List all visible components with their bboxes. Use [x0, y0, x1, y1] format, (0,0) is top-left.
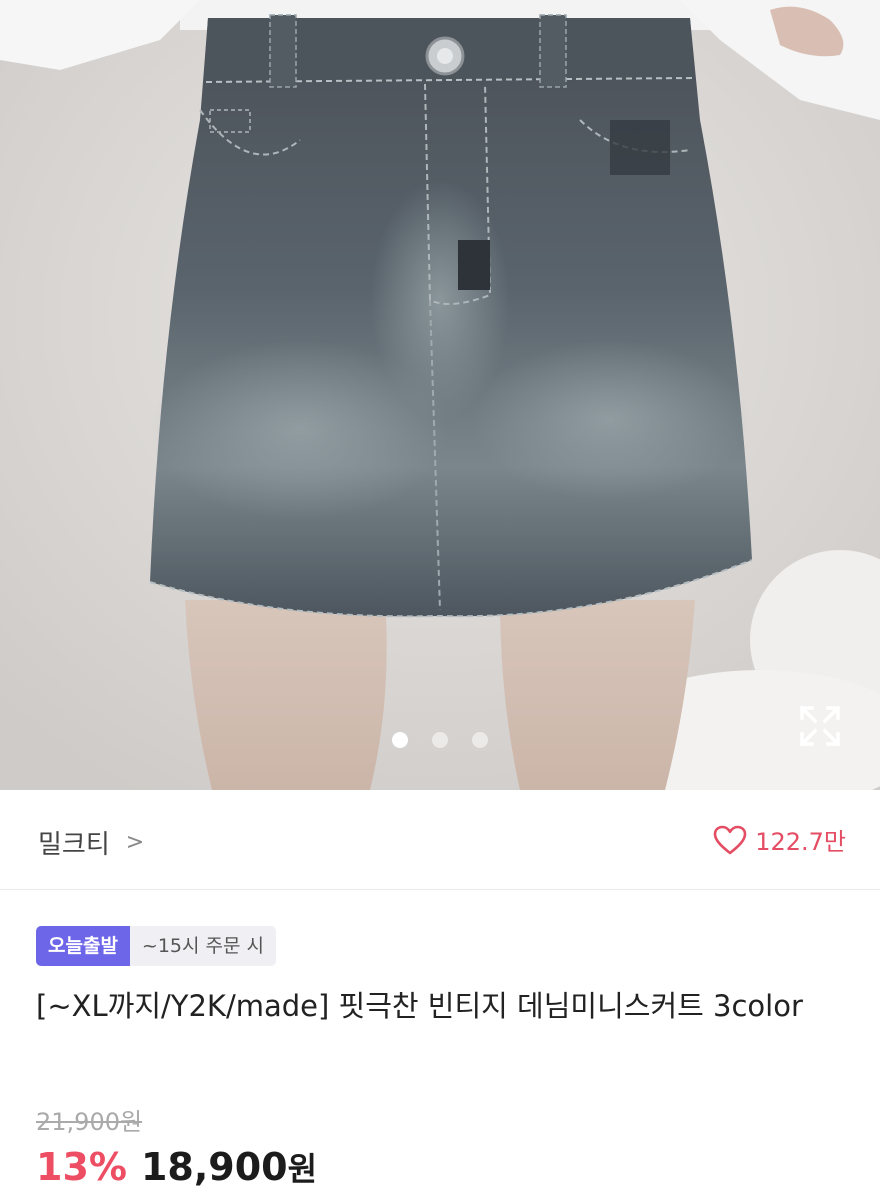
carousel-indicator	[0, 732, 880, 748]
delivery-badge: 오늘출발 ~15시 주문 시	[36, 926, 277, 966]
expand-icon[interactable]	[798, 704, 842, 748]
carousel-dot[interactable]	[432, 732, 448, 748]
carousel-dot[interactable]	[392, 732, 408, 748]
product-photo	[0, 0, 880, 790]
product-image[interactable]	[0, 0, 880, 790]
shop-name: 밀크티	[38, 830, 110, 860]
shop-row: 밀크티 > 122.7만	[0, 790, 880, 890]
sale-price: 18,900	[140, 1145, 288, 1189]
discount-rate: 13%	[36, 1145, 127, 1189]
today-shipping-badge: 오늘출발	[36, 926, 130, 966]
chevron-right-icon: >	[125, 830, 145, 855]
heart-icon	[713, 825, 747, 854]
product-title: [~XL까지/Y2K/made] 핏극찬 빈티지 데님미니스커트 3color	[36, 989, 803, 1023]
original-price: 21,900원	[36, 1108, 143, 1136]
order-cutoff-badge: ~15시 주문 시	[129, 926, 277, 966]
price-row: 13% 18,900 원	[36, 1144, 317, 1190]
carousel-dot[interactable]	[472, 732, 488, 748]
like-button[interactable]: 122.7만	[713, 822, 846, 857]
shop-link[interactable]: 밀크티 >	[38, 824, 144, 861]
like-count: 122.7만	[755, 828, 846, 856]
currency-unit: 원	[287, 1150, 318, 1188]
